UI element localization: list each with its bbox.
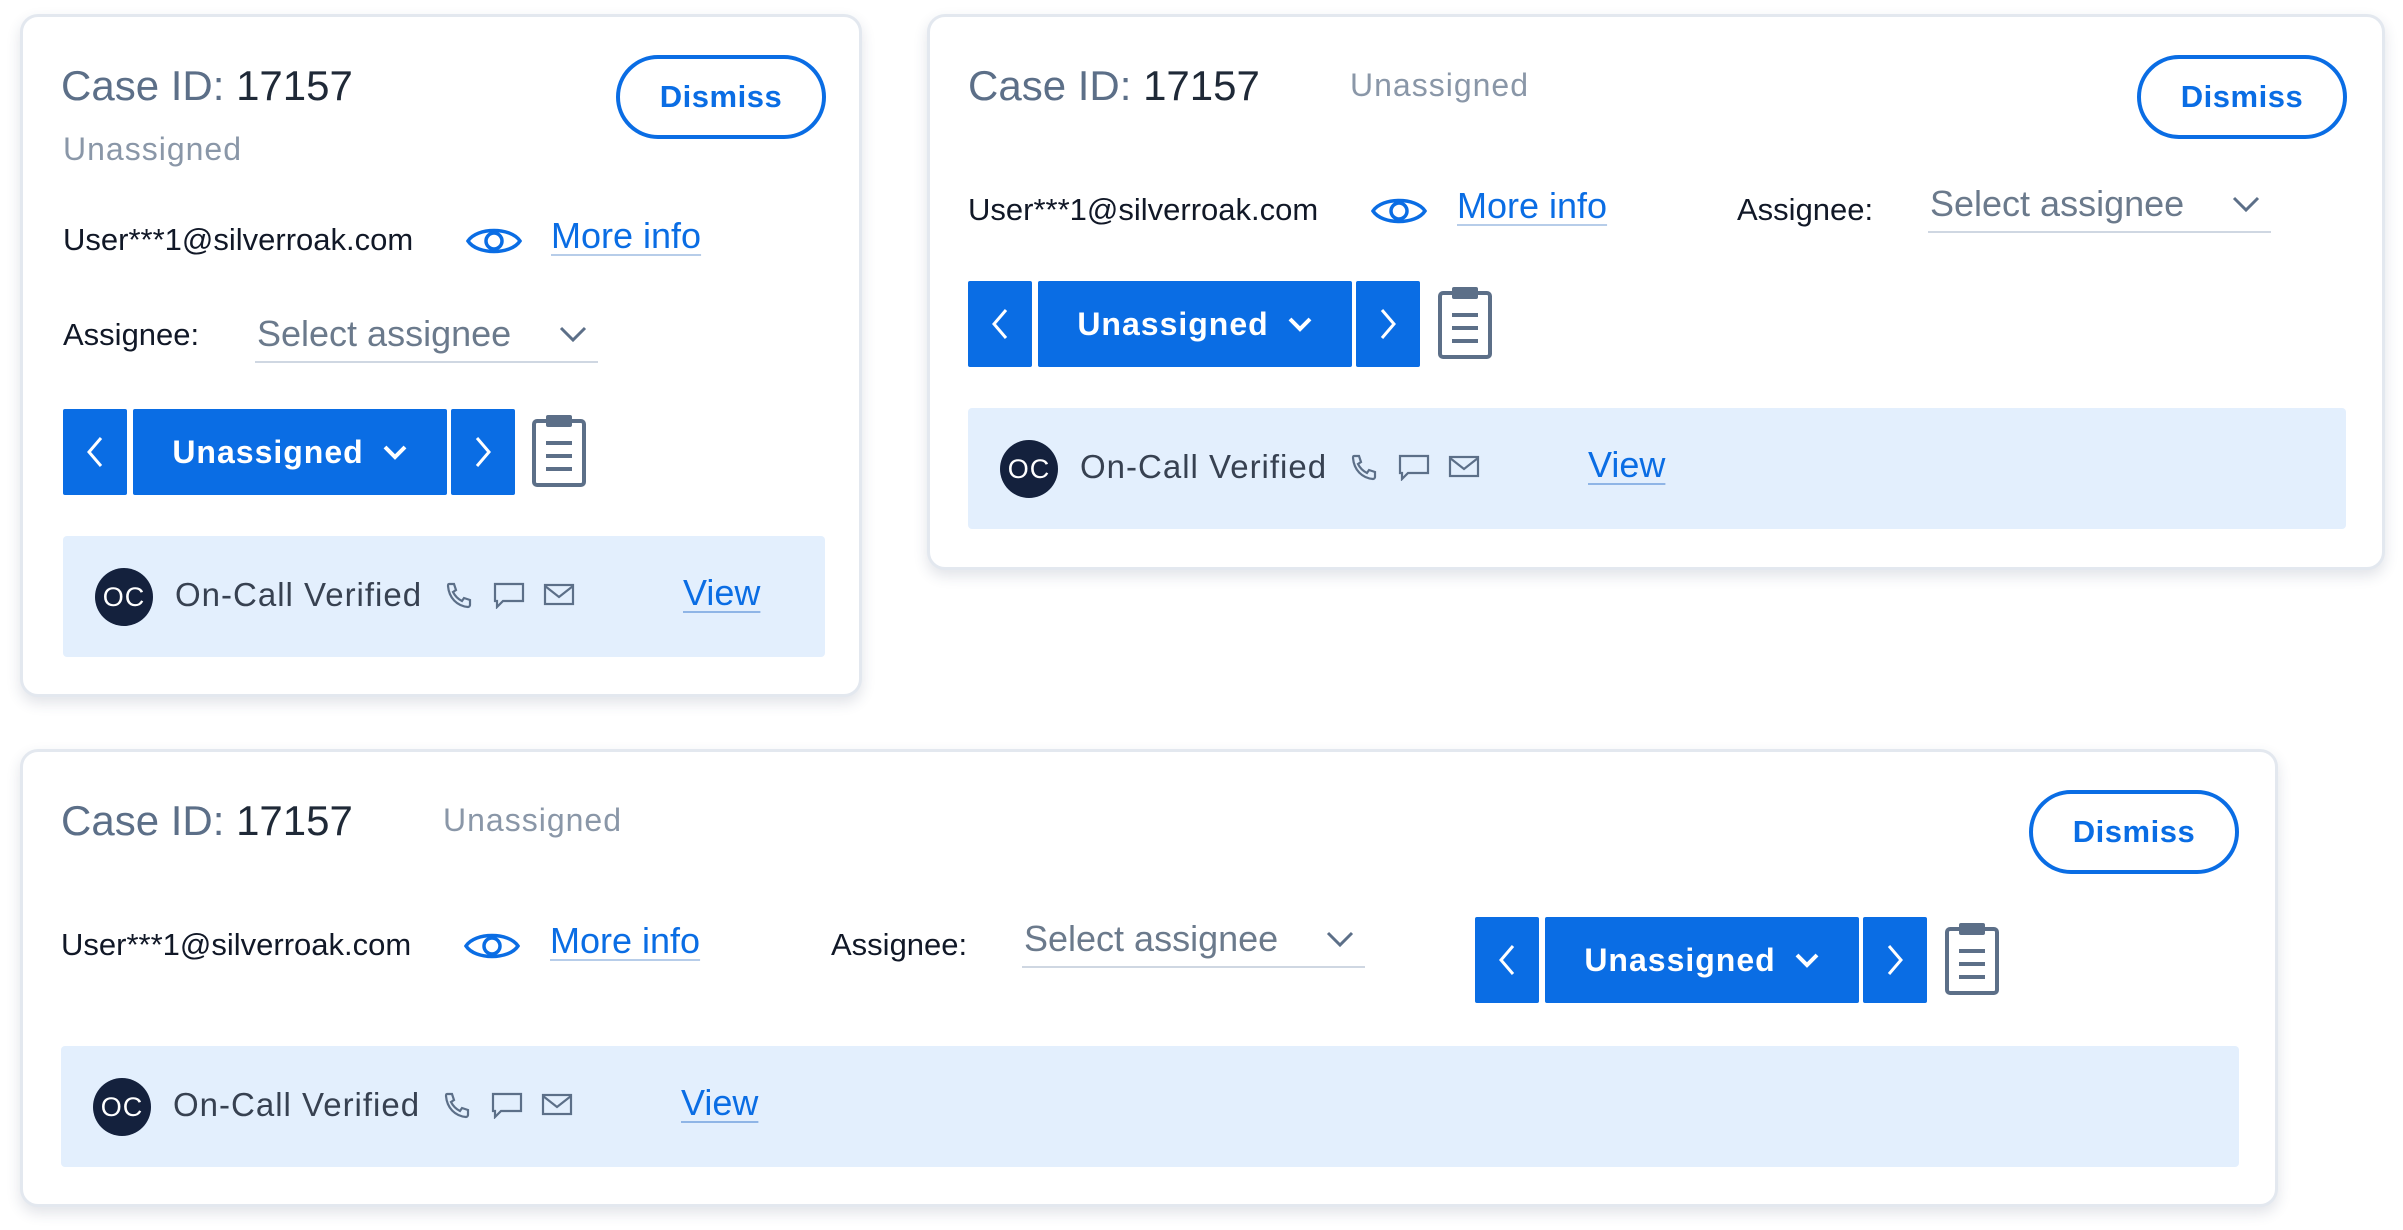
assignee-select[interactable]: Select assignee <box>1928 177 2271 233</box>
chevron-right-icon <box>1380 309 1396 339</box>
chevron-down-icon <box>383 445 407 460</box>
case-id-value: 17157 <box>236 797 353 844</box>
chevron-down-icon <box>1795 953 1819 968</box>
phone-icon[interactable] <box>441 1091 473 1119</box>
case-status: Unassigned <box>63 131 242 167</box>
assignee-select-placeholder: Select assignee <box>1024 918 1279 959</box>
chevron-left-icon <box>87 437 103 467</box>
case-id-heading: Case ID: 17157 <box>61 796 353 846</box>
assignee-select[interactable]: Select assignee <box>255 307 598 363</box>
case-card-wide: Case ID: 17157 Unassigned Dismiss User**… <box>20 749 2278 1207</box>
next-stage-button[interactable] <box>1863 917 1927 1003</box>
assignee-label: Assignee: <box>831 927 968 962</box>
phone-icon[interactable] <box>1348 453 1380 481</box>
chevron-down-icon <box>558 324 588 344</box>
mail-icon[interactable] <box>1448 453 1480 481</box>
contact-bar: OC On-Call Verified View <box>968 408 2346 529</box>
chevron-right-icon <box>1887 945 1903 975</box>
dismiss-button[interactable]: Dismiss <box>2029 790 2239 874</box>
mail-icon[interactable] <box>541 1091 573 1119</box>
more-info-link[interactable]: More info <box>1457 185 1607 227</box>
stage-dropdown-label: Unassigned <box>1584 941 1776 978</box>
eye-icon[interactable] <box>465 221 523 261</box>
clipboard-icon[interactable] <box>530 413 588 489</box>
case-id-value: 17157 <box>236 62 353 109</box>
view-contact-link[interactable]: View <box>1588 444 1665 486</box>
dismiss-button[interactable]: Dismiss <box>2137 55 2347 139</box>
avatar: OC <box>93 1078 151 1136</box>
case-id-heading: Case ID: 17157 <box>968 61 1260 111</box>
case-id-value: 17157 <box>1143 62 1260 109</box>
previous-stage-button[interactable] <box>63 409 127 495</box>
eye-icon[interactable] <box>463 926 521 966</box>
previous-stage-button[interactable] <box>968 281 1032 367</box>
chat-icon[interactable] <box>491 1091 523 1119</box>
chevron-down-icon <box>1288 317 1312 332</box>
contact-name: On-Call Verified <box>1080 448 1328 485</box>
contact-name: On-Call Verified <box>175 576 423 613</box>
next-stage-button[interactable] <box>1356 281 1420 367</box>
chevron-left-icon <box>992 309 1008 339</box>
assignee-label: Assignee: <box>1737 192 1874 227</box>
phone-icon[interactable] <box>443 581 475 609</box>
case-status: Unassigned <box>1350 67 1529 103</box>
more-info-link[interactable]: More info <box>550 920 700 962</box>
user-email: User***1@silverroak.com <box>61 927 412 962</box>
view-contact-link[interactable]: View <box>683 572 760 614</box>
user-email: User***1@silverroak.com <box>63 222 414 257</box>
stage-dropdown-button[interactable]: Unassigned <box>133 409 447 495</box>
chevron-down-icon <box>2231 194 2261 214</box>
stage-dropdown-button[interactable]: Unassigned <box>1038 281 1352 367</box>
stage-dropdown-label: Unassigned <box>1077 305 1269 342</box>
assignee-select[interactable]: Select assignee <box>1022 912 1365 968</box>
chat-icon[interactable] <box>1398 453 1430 481</box>
previous-stage-button[interactable] <box>1475 917 1539 1003</box>
user-email: User***1@silverroak.com <box>968 192 1319 227</box>
contact-bar: OC On-Call Verified View <box>63 536 825 657</box>
assignee-select-placeholder: Select assignee <box>1930 183 2185 224</box>
mail-icon[interactable] <box>543 581 575 609</box>
next-stage-button[interactable] <box>451 409 515 495</box>
chevron-right-icon <box>475 437 491 467</box>
avatar: OC <box>1000 440 1058 498</box>
chevron-left-icon <box>1499 945 1515 975</box>
stage-dropdown-label: Unassigned <box>172 433 364 470</box>
case-id-label: Case ID: <box>61 797 225 844</box>
assignee-label: Assignee: <box>63 317 200 352</box>
clipboard-icon[interactable] <box>1943 921 2001 997</box>
case-id-label: Case ID: <box>61 62 225 109</box>
case-card-narrow: Case ID: 17157 Unassigned Dismiss User**… <box>20 14 862 697</box>
chat-icon[interactable] <box>493 581 525 609</box>
chevron-down-icon <box>1325 929 1355 949</box>
case-card-medium: Case ID: 17157 Unassigned Dismiss User**… <box>927 14 2385 570</box>
eye-icon[interactable] <box>1370 191 1428 231</box>
more-info-link[interactable]: More info <box>551 215 701 257</box>
view-contact-link[interactable]: View <box>681 1082 758 1124</box>
clipboard-icon[interactable] <box>1436 285 1494 361</box>
assignee-select-placeholder: Select assignee <box>257 313 512 354</box>
case-id-label: Case ID: <box>968 62 1132 109</box>
case-status: Unassigned <box>443 802 622 838</box>
contact-bar: OC On-Call Verified View <box>61 1046 2239 1167</box>
dismiss-button[interactable]: Dismiss <box>616 55 826 139</box>
avatar: OC <box>95 568 153 626</box>
contact-name: On-Call Verified <box>173 1086 421 1123</box>
case-id-heading: Case ID: 17157 <box>61 61 353 111</box>
stage-dropdown-button[interactable]: Unassigned <box>1545 917 1859 1003</box>
